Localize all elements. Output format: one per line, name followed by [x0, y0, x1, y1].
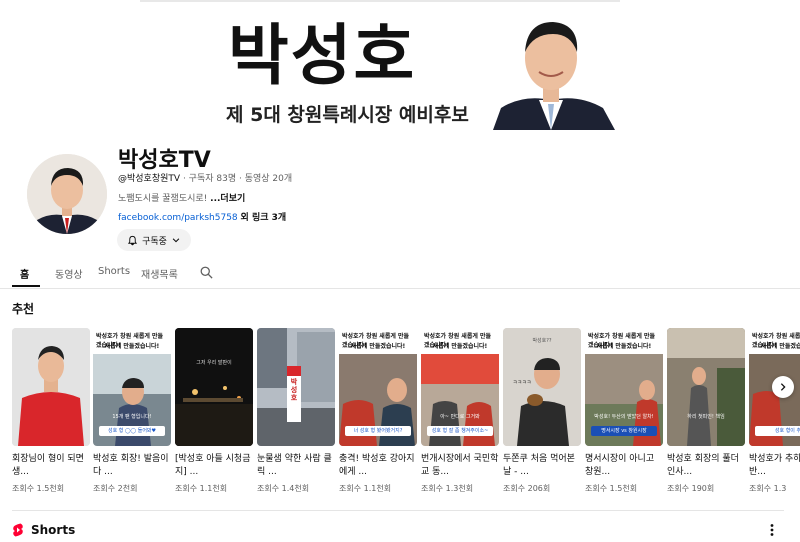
video-views: 조회수 206회 [503, 484, 551, 493]
video-thumbnail[interactable]: 박성호가 창원 새롭게 만들겠습니다! 새롭게 만들겠습니다! 성호 형 잘 좀… [421, 328, 499, 446]
video-thumbnail[interactable] [12, 328, 90, 446]
channel-links: facebook.com/parksh5758 외 링크 3개 [118, 210, 286, 223]
thumbnail-caption: 명서시장 vs 창원시장 [591, 426, 657, 436]
video-views: 조회수 190회 [667, 484, 715, 493]
facebook-link[interactable]: facebook.com/parksh5758 [118, 213, 238, 223]
video-card[interactable]: 박성호가 창원 새롭게 만들겠습니다! 새롭게 만들겠습니다! 성호 형 잘 좀… [421, 328, 499, 494]
tab-playlists[interactable]: 재생목록 [141, 266, 178, 281]
subscribe-label: 구독중 [142, 236, 167, 247]
video-card[interactable]: 그저 우리 발판이 [박성호 아들 시청금지] ... 조회수 1.1천회 [175, 328, 253, 494]
channel-tabs: 홈 동영상 Shorts 재생목록 [0, 262, 800, 289]
shorts-section-header: Shorts [12, 523, 75, 537]
video-thumbnail[interactable]: 박성호?? ㅋㅋㅋㅋ [503, 328, 581, 446]
recommended-title: 추천 [12, 302, 35, 316]
section-divider [12, 510, 784, 511]
thumbnail-caption: 너 성호 형 봤어봤거지? [345, 426, 411, 436]
video-thumbnail[interactable]: 박성호가 창원 새롭게 만들겠습니다! 새롭게 만들겠습니다! 박성호! 두산의… [585, 328, 663, 446]
video-title[interactable]: 명서시장이 아니고 창원... [585, 453, 663, 479]
video-views: 조회수 1.1천회 [339, 484, 392, 493]
description-text: 노쨈도시를 꿀잼도시로! [118, 194, 208, 204]
chevron-right-icon [780, 383, 786, 391]
more-links[interactable]: 외 링크 3개 [241, 213, 287, 223]
channel-avatar[interactable] [27, 154, 107, 234]
carousel-next-button[interactable] [772, 376, 794, 398]
video-card[interactable]: 박성호가 창원 새롭게 만들겠습니다! 새롭게 만들겠습니다! 성호 형이 추 … [749, 328, 800, 494]
thumbnail-banner-text: 새롭게 만들겠습니다! [350, 343, 406, 350]
active-tab-indicator [12, 285, 40, 287]
thumbnail-caption: 성호 형 잘 좀 챙겨주이소~ [427, 426, 493, 436]
video-title[interactable]: 눈물샘 약한 사람 클릭 ... [257, 453, 335, 479]
banner-subtitle: 제 5대 창원특례시장 예비후보 [226, 104, 469, 126]
thumbnail-subtext: 박성호! 두산의 받았던 알차! [594, 414, 654, 420]
thumbnail-caption: 성호 형 ◯◯ 들어봐♥ [99, 426, 165, 436]
video-views: 조회수 1.3천회 [421, 484, 474, 493]
thumbnail-subtext: 아~ 만디로 그거봐 [440, 414, 480, 420]
thumbnail-banner-text: 새롭게 만들겠습니다! [596, 343, 652, 350]
video-views: 조회수 1.4천회 [257, 484, 310, 493]
channel-name: 박성호TV [118, 148, 211, 173]
thumbnail-banner-text: 새롭게 만들겠습니다! [760, 343, 800, 350]
shorts-more-button[interactable] [766, 522, 778, 541]
thumbnail-caption: ㅋㅋㅋㅋ [512, 380, 532, 386]
video-title[interactable]: 박성호 회장의 풀더인사... [667, 453, 745, 479]
video-thumbnail[interactable]: 하리 첫피인! 책임 [667, 328, 745, 446]
channel-handle: @박성호창원TV [118, 174, 181, 184]
thumbnail-sign: 박성호 [290, 378, 298, 402]
avatar-portrait [27, 154, 107, 234]
video-views: 조회수 1.3 [749, 484, 787, 493]
thumbnail-image [12, 328, 90, 446]
video-title[interactable]: 충격! 박성호 강아지에게 ... [339, 453, 417, 479]
video-card[interactable]: 회장님이 형이 되면 생... 조회수 1.5천회 [12, 328, 90, 494]
video-title[interactable]: 박성호가 추하는 반... [749, 453, 800, 479]
chevron-down-icon [172, 238, 180, 243]
video-card[interactable]: 박성호가 창원 새롭게 만들겠습니다! 새롭게 만들겠습니다! 성호 형 ◯◯ … [93, 328, 171, 494]
video-title[interactable]: [박성호 아들 시청금지] ... [175, 453, 253, 479]
shorts-icon [13, 523, 23, 537]
thumbnail-caption: 그저 우리 발판이 [196, 360, 232, 366]
search-icon [200, 266, 213, 279]
video-thumbnail[interactable]: 박성호가 창원 새롭게 만들겠습니다! 새롭게 만들겠습니다! 성호 형 ◯◯ … [93, 328, 171, 446]
video-views: 조회수 1.1천회 [175, 484, 228, 493]
thumbnail-subtext: 15개 팬 형입니다! [112, 414, 152, 420]
tab-videos[interactable]: 동영상 [55, 266, 83, 281]
video-card[interactable]: 박성호가 창원 새롭게 만들겠습니다! 새롭게 만들겠습니다! 너 성호 형 봤… [339, 328, 417, 494]
subscribed-button[interactable]: 구독중 [117, 229, 191, 251]
video-thumbnail[interactable]: 박성호가 창원 새롭게 만들겠습니다! 새롭게 만들겠습니다! 너 성호 형 봤… [339, 328, 417, 446]
banner-portrait [483, 4, 620, 130]
video-views: 조회수 2천회 [93, 484, 138, 493]
subscriber-count: 구독자 83명 [188, 174, 237, 184]
thumbnail-caption: 하리 첫피인! 책임 [687, 414, 725, 420]
bell-icon [128, 235, 138, 245]
video-card[interactable]: 하리 첫피인! 책임 박성호 회장의 풀더인사... 조회수 190회 [667, 328, 745, 494]
thumbnail-image [175, 328, 253, 446]
thumbnail-caption: 성호 형이 추 [755, 426, 800, 436]
shorts-section-title: Shorts [31, 523, 76, 537]
thumbnail-banner-text: 새롭게 만들겠습니다! [104, 343, 160, 350]
video-thumbnail[interactable]: 그저 우리 발판이 [175, 328, 253, 446]
video-card[interactable]: 박성호 눈물샘 약한 사람 클릭 ... 조회수 1.4천회 [257, 328, 335, 494]
video-title[interactable]: 두쫀쿠 처음 먹어본 날 - ... [503, 453, 581, 479]
video-title[interactable]: 번개시장에서 국민학교 동... [421, 453, 499, 479]
video-title[interactable]: 박성호 회장! 발음이 다 ... [93, 453, 171, 479]
video-count: 동영상 20개 [244, 174, 293, 184]
description-more-link[interactable]: ...더보기 [210, 194, 245, 204]
channel-meta: @박성호창원TV · 구독자 83명 · 동영상 20개 [118, 171, 292, 184]
more-vertical-icon [770, 524, 774, 536]
channel-description[interactable]: 노쨈도시를 꿀잼도시로! ...더보기 [118, 191, 245, 204]
thumbnail-top-text: 박성호?? [532, 338, 552, 344]
thumbnail-banner-text: 새롭게 만들겠습니다! [432, 343, 488, 350]
tab-home[interactable]: 홈 [20, 266, 29, 281]
thumbnail-image [667, 328, 745, 446]
tab-shorts[interactable]: Shorts [98, 266, 130, 277]
channel-search-button[interactable] [199, 265, 214, 284]
banner-name: 박성호 [228, 17, 417, 94]
video-card[interactable]: 박성호가 창원 새롭게 만들겠습니다! 새롭게 만들겠습니다! 박성호! 두산의… [585, 328, 663, 494]
video-views: 조회수 1.5천회 [585, 484, 638, 493]
channel-banner: 박성호 제 5대 창원특례시장 예비후보 [140, 0, 620, 130]
video-card[interactable]: 박성호?? ㅋㅋㅋㅋ 두쫀쿠 처음 먹어본 날 - ... 조회수 206회 [503, 328, 581, 494]
video-title[interactable]: 회장님이 형이 되면 생... [12, 453, 90, 479]
video-thumbnail[interactable]: 박성호 [257, 328, 335, 446]
video-views: 조회수 1.5천회 [12, 484, 65, 493]
